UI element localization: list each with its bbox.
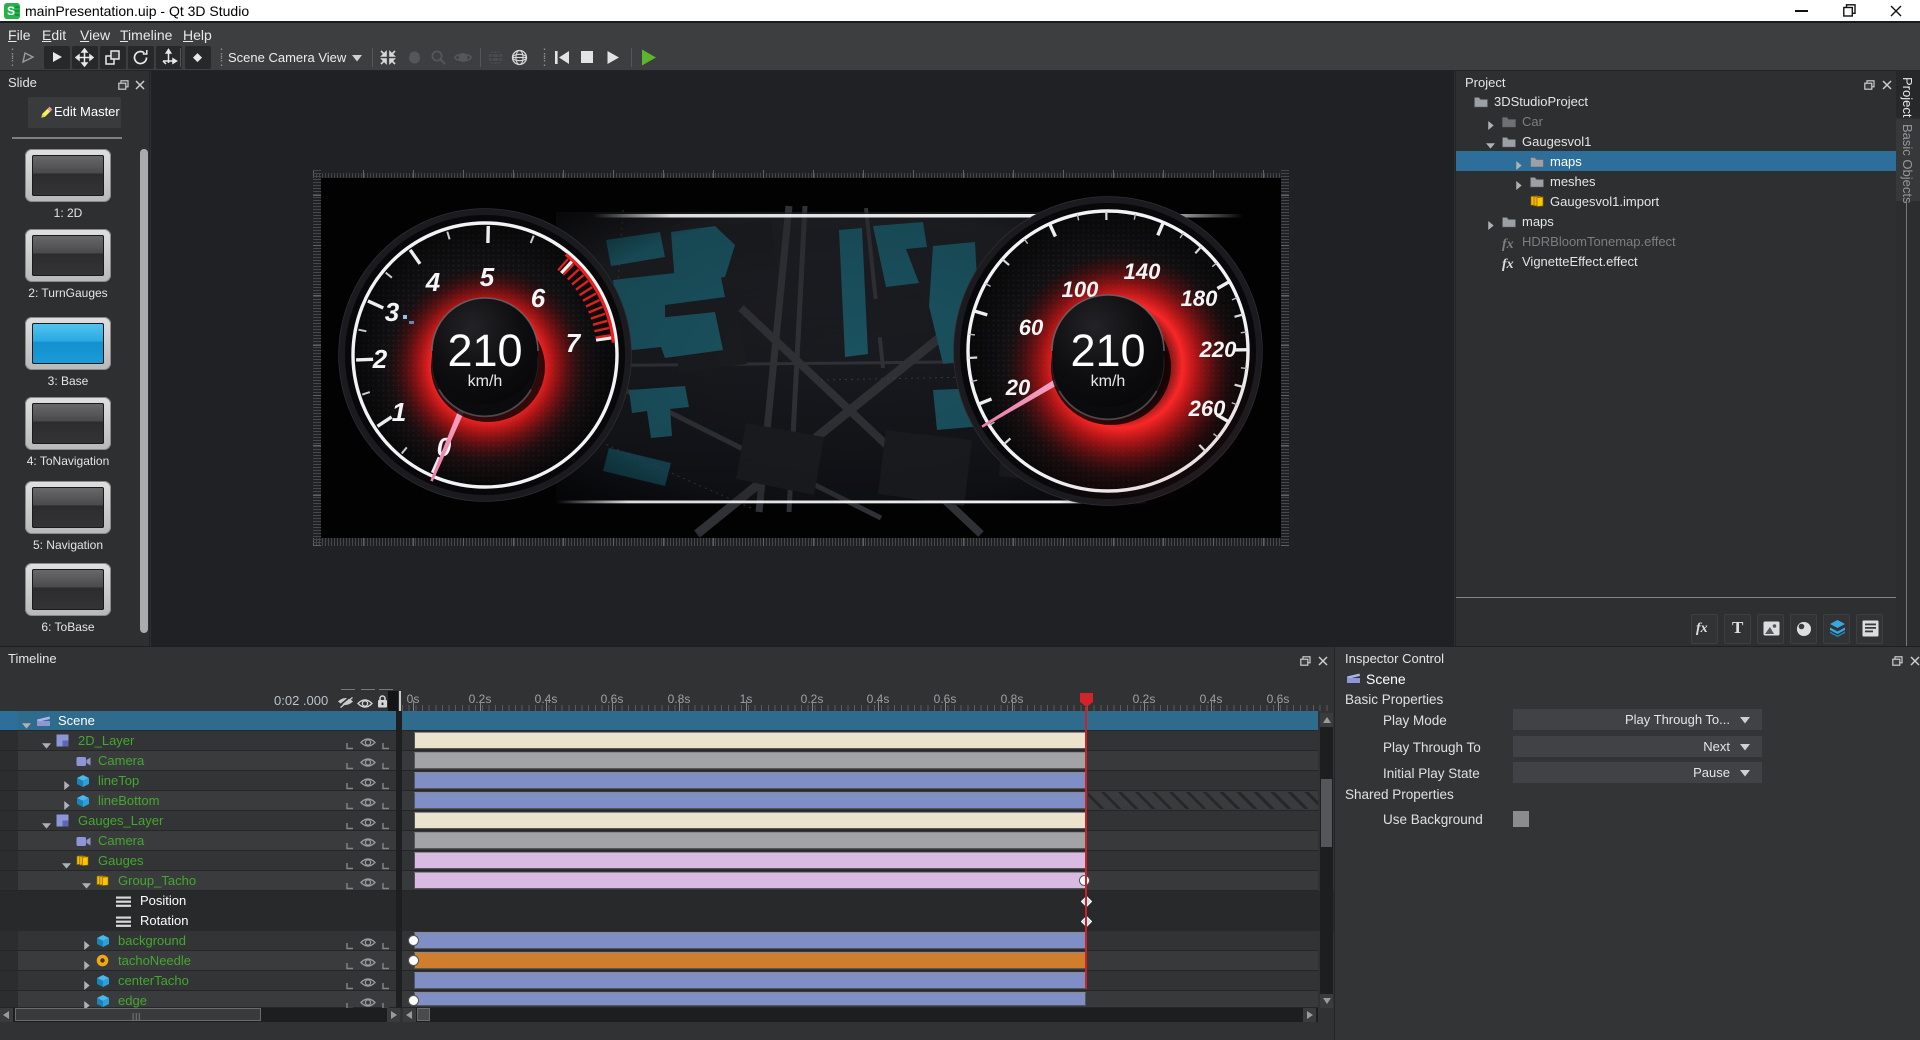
svg-text:km/h: km/h: [1091, 373, 1126, 390]
svg-text:210: 210: [1070, 325, 1145, 376]
svg-text:4: 4: [425, 267, 441, 297]
svg-text:2: 2: [372, 344, 388, 374]
svg-text:5: 5: [480, 262, 495, 292]
svg-text:3: 3: [385, 297, 400, 327]
svg-text:260: 260: [1188, 396, 1226, 421]
svg-text:20: 20: [1005, 375, 1031, 400]
svg-text:km/h: km/h: [468, 373, 503, 390]
svg-text:7: 7: [566, 328, 582, 358]
svg-text:1: 1: [392, 397, 406, 427]
svg-text:60: 60: [1019, 315, 1044, 340]
svg-text:140: 140: [1124, 259, 1161, 284]
svg-text:180: 180: [1181, 286, 1218, 311]
svg-text:6: 6: [531, 283, 546, 313]
svg-text:220: 220: [1199, 337, 1237, 362]
svg-text:210: 210: [447, 325, 522, 376]
